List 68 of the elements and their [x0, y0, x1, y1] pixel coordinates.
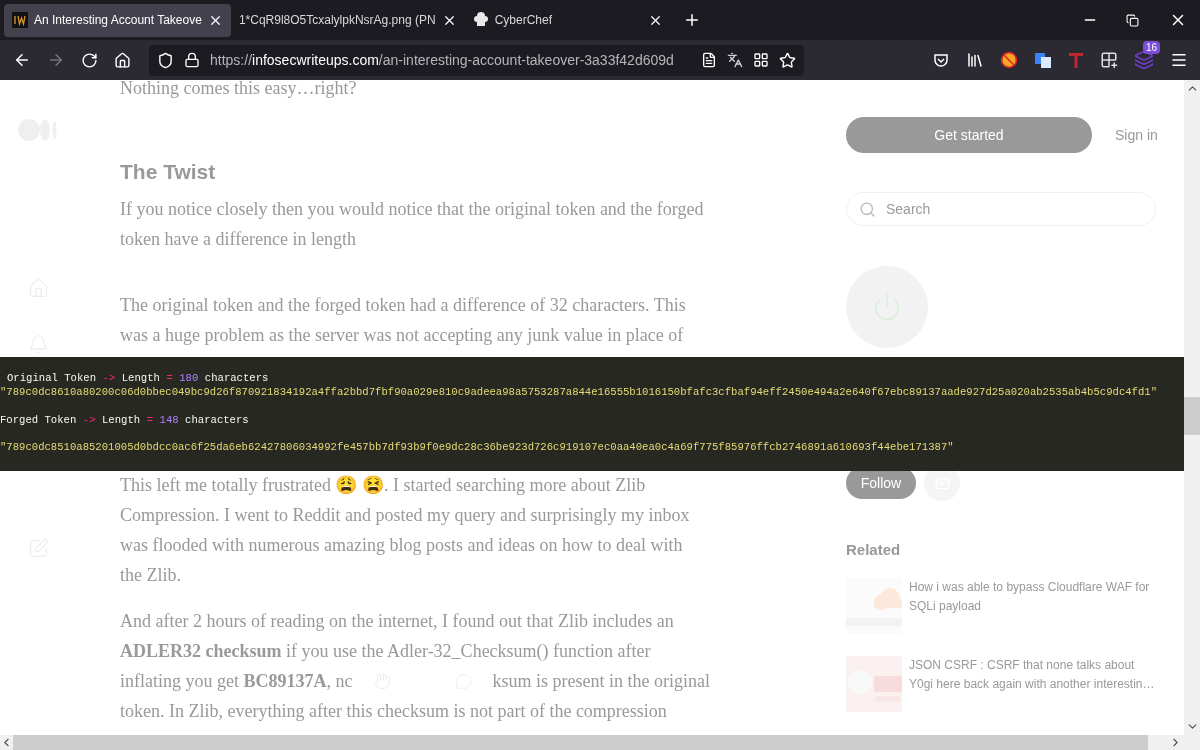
sign-in-link[interactable]: Sign in [1115, 124, 1158, 146]
chef-hat-icon [472, 12, 489, 28]
shield-icon[interactable] [157, 51, 174, 69]
article-text: inflating you get BC89137A, nc [120, 670, 353, 693]
tab-title: An Interesting Account Takeove [34, 12, 202, 29]
library-icon[interactable] [966, 51, 984, 69]
code-text: Length [121, 371, 160, 385]
article-text: The original token and the forged token had a difference of 32 characters. This [120, 294, 686, 317]
article-text: ADLER32 checksum if you use the Adler-32_Checksum() function after [120, 640, 651, 663]
back-icon[interactable] [13, 51, 31, 69]
related-heading: Related [846, 540, 902, 560]
article-text: Compression. I went to Reddit and posted my query and surprisingly my inbox [120, 504, 690, 527]
article-text: was a huge problem as the server was not accepting any junk value in place of [120, 324, 684, 347]
pocket-icon[interactable] [932, 51, 950, 69]
article-text: This left me totally frustrated 😩 😫. I started searching more about Zlib [120, 474, 646, 497]
article-text: token have a difference in length [120, 228, 357, 251]
translate-extension-icon[interactable] [1034, 51, 1052, 69]
code-text: 180 [179, 371, 199, 385]
related-title[interactable]: How i was able to bypass Cloudflare WAF for SQLi payload [909, 577, 1159, 616]
code-text: characters [185, 413, 249, 427]
article-text: Nothing comes this easy…right? [120, 80, 357, 100]
code-text: -> [82, 413, 96, 427]
lock-icon [184, 52, 200, 68]
browser-tab[interactable]: An Interesting Account Takeove [4, 3, 231, 37]
article-text: ksum is present in the original [492, 670, 710, 693]
search-icon [859, 200, 876, 218]
article-text: If you notice closely then you would notice that the original token and the forged [120, 198, 704, 221]
article-text: was flooded with numerous amazing blog posts and ideas on how to deal with [120, 534, 683, 557]
address-bar[interactable]: https://infosecwriteups.com/an-interesting-account-takeover-3a33f42d609d [149, 44, 804, 76]
article-text: the Zlib. [120, 564, 181, 587]
extension-badge: 16 [1143, 41, 1161, 54]
get-started-button[interactable]: Get started [846, 117, 1092, 153]
blocked-extension-icon[interactable] [1000, 51, 1018, 69]
reader-view-icon[interactable] [701, 52, 717, 68]
code-text: Length [102, 413, 141, 427]
vertical-scrollbar[interactable] [1184, 80, 1200, 735]
extensions-grid-icon[interactable] [1100, 51, 1118, 69]
article-text: And after 2 hours of reading on the internet, I found out that Zlib includes an [120, 610, 674, 633]
url-text: https://infosecwriteups.com/an-interesting-account-takeover-3a33f42d609d [210, 50, 674, 70]
layers-extension-icon[interactable] [1134, 50, 1154, 70]
restore-icon[interactable] [1126, 13, 1139, 27]
translate-icon[interactable] [727, 52, 743, 68]
reload-icon[interactable] [81, 51, 98, 69]
section-heading: The Twist [120, 159, 217, 185]
tab-title: CyberChef [494, 12, 553, 29]
code-text: "789c0dc8510a85201005d0bdcc0ac6f25da6eb62427806034992fe457bb7df93b9f0e9dc28c36be923d726c919107ec0aa40ea0c4a69f775f85976ffcb2746891a610693f44ebe171387" [0, 440, 954, 454]
letter-t-extension-icon[interactable] [1068, 51, 1084, 69]
related-title[interactable]: JSON CSRF : CSRF that none talks about [909, 655, 1159, 675]
code-text: 148 [159, 413, 179, 427]
grid-icon[interactable] [753, 52, 769, 68]
code-text: -> [102, 371, 116, 385]
code-text: = [166, 371, 173, 385]
favicon-icon [12, 12, 28, 28]
code-text: = [146, 413, 154, 427]
tab-title: 1*CqR9l8O5TcxalylpkNsrAg.png (PN [238, 12, 436, 29]
browser-tab[interactable]: CyberChef [464, 3, 671, 37]
bookmark-star-icon[interactable] [779, 51, 796, 69]
related-subtitle: Y0gi here back again with another interestin… [909, 675, 1156, 693]
code-text: Forged Token [0, 413, 77, 427]
menu-icon[interactable] [1170, 51, 1188, 69]
home-icon[interactable] [114, 51, 131, 69]
search-field[interactable]: Search [886, 198, 1136, 220]
article-text: token. In Zlib, everything after this checksum is not part of the compression [120, 700, 667, 723]
code-text: "789c0dc8610a80200c06d0bbec049bc9d26f870921834192a4ffa2bbd7fbf90a029e810c9adeea98a5753287a844e16555b1016150bfafc3cfbaf94eff2450e494a2e640f67ebc89137aade927d25a020ab2535ab4b5c9dc4fd1" [0, 385, 1158, 399]
browser-tab[interactable]: 1*CqR9l8O5TcxalylpkNsrAg.png (PN [230, 3, 465, 37]
code-text: characters [204, 371, 269, 385]
scroll-thumb[interactable] [1184, 397, 1200, 435]
code-text: Original Token [7, 371, 96, 385]
